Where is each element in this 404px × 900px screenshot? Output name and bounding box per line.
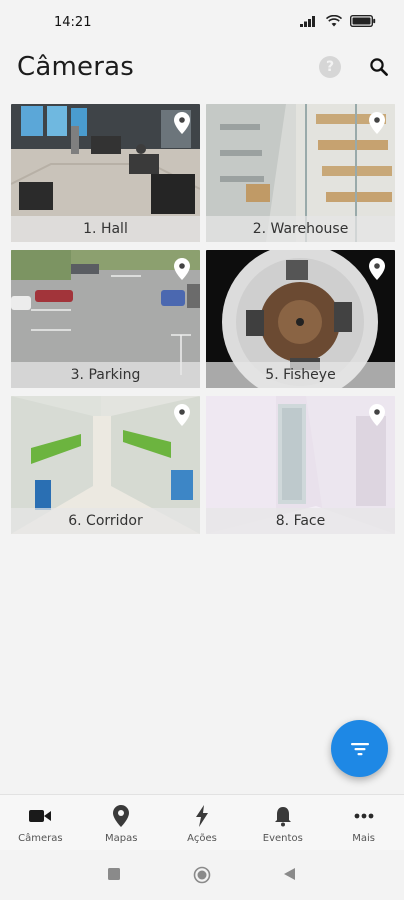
help-circle-icon: ? [325,59,335,75]
nav-label: Eventos [262,833,303,844]
recents-icon[interactable] [107,867,121,881]
status-bar: 14:21 [0,0,404,44]
map-pin-icon[interactable] [369,258,385,280]
camera-tile-parking[interactable]: 3. Parking [11,250,200,388]
help-button[interactable]: ? [319,56,341,78]
nav-item-more[interactable]: Mais [323,795,404,850]
nav-item-cameras[interactable]: Câmeras [0,795,81,850]
camera-label: 8. Face [206,508,395,534]
filter-icon [350,742,369,755]
status-time: 14:21 [54,15,92,30]
bottom-nav: Câmeras Mapas Ações Eventos Mais [0,794,404,850]
camera-label: 1. Hall [11,216,200,242]
map-pin-icon[interactable] [369,112,385,134]
camera-label: 3. Parking [11,362,200,388]
nav-label: Ações [187,833,217,844]
nav-item-maps[interactable]: Mapas [81,795,162,850]
map-pin-icon [113,805,130,827]
map-pin-icon[interactable] [174,404,190,426]
back-icon[interactable] [283,867,296,881]
camera-label: 2. Warehouse [206,216,395,242]
nav-label: Mais [352,833,375,844]
camera-tile-corridor[interactable]: 6. Corridor [11,396,200,534]
page-title: Câmeras [17,52,134,82]
camera-label: 5. Fisheye [206,362,395,388]
more-icon [354,813,373,819]
nav-label: Câmeras [18,833,63,844]
status-icons [300,15,376,27]
home-icon[interactable] [193,866,211,884]
nav-item-actions[interactable]: Ações [162,795,243,850]
signal-icon [300,16,315,27]
search-button[interactable] [366,54,392,80]
map-pin-icon[interactable] [174,112,190,134]
system-nav-bar [0,850,404,900]
wifi-icon [326,15,342,27]
nav-item-events[interactable]: Eventos [242,795,323,850]
map-pin-icon[interactable] [369,404,385,426]
camera-tile-hall[interactable]: 1. Hall [11,104,200,242]
map-pin-icon[interactable] [174,258,190,280]
camera-tile-fisheye[interactable]: 5. Fisheye [206,250,395,388]
camera-tile-warehouse[interactable]: 2. Warehouse [206,104,395,242]
video-camera-icon [29,810,52,822]
camera-tile-face[interactable]: 8. Face [206,396,395,534]
bell-icon [274,807,291,827]
nav-label: Mapas [104,833,138,844]
filter-fab-button[interactable] [331,720,388,777]
battery-icon [350,15,376,27]
camera-label: 6. Corridor [11,508,200,534]
search-icon [370,58,388,76]
bolt-icon [195,805,208,827]
app-header: Câmeras ? [0,44,404,94]
